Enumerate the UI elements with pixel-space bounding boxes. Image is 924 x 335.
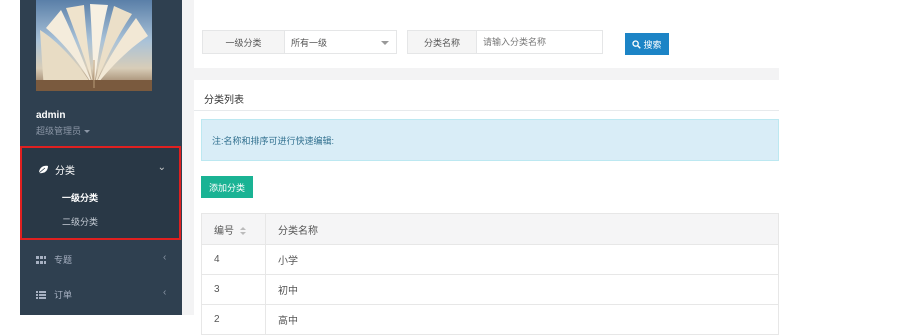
caret-down-icon — [84, 130, 91, 134]
cell-id: 4 — [201, 244, 266, 275]
user-role-label: 超级管理员 — [36, 126, 82, 136]
table-header-row: 编号 分类名称 — [201, 213, 779, 245]
divider — [194, 110, 779, 111]
cell-name[interactable]: 小学 — [265, 244, 779, 275]
highlight-box — [20, 146, 181, 240]
column-header-id-label: 编号 — [214, 225, 234, 237]
name-search-input[interactable] — [477, 31, 602, 53]
add-category-button[interactable]: 添加分类 — [201, 176, 253, 198]
cell-id: 3 — [201, 274, 266, 305]
notice-alert: 注:名称和排序可进行快速编辑: — [201, 119, 779, 161]
user-name: admin — [36, 110, 66, 121]
table-row: 4 小学 — [201, 244, 779, 275]
level-select[interactable]: 所有一级 — [285, 31, 396, 53]
chevron-left-icon[interactable]: ‹ — [163, 287, 166, 298]
level-select-value: 所有一级 — [291, 37, 328, 48]
search-panel: 一级分类 所有一级 分类名称 搜索 — [194, 0, 779, 68]
chevron-left-icon[interactable]: ‹ — [163, 252, 166, 263]
cell-name[interactable]: 高中 — [265, 304, 779, 335]
list-icon — [36, 290, 46, 299]
main-content: 一级分类 所有一级 分类名称 搜索 分类列表 注:名称和排序可进行快速编辑: 添… — [182, 0, 779, 335]
table-row: 2 高中 — [201, 304, 779, 335]
level-select-label: 一级分类 — [203, 31, 285, 53]
category-list-panel: 分类列表 注:名称和排序可进行快速编辑: 添加分类 编号 分类名称 4 小学 3… — [194, 80, 779, 335]
cell-name[interactable]: 初中 — [265, 274, 779, 305]
cell-id: 2 — [201, 304, 266, 335]
level-select-group: 一级分类 所有一级 — [202, 30, 397, 54]
nav-item-topic[interactable]: 专题 — [36, 253, 72, 266]
sidebar: admin 超级管理员 分类 ⌄ 一级分类 二级分类 专题 ‹ 订单 ‹ — [20, 0, 182, 315]
grid-icon — [36, 255, 46, 264]
notice-text: 注:名称和排序可进行快速编辑: — [212, 135, 335, 146]
nav-item-order[interactable]: 订单 — [36, 288, 72, 301]
category-table: 编号 分类名称 4 小学 3 初中 2 高中 — [201, 213, 779, 335]
nav-item-topic-label: 专题 — [54, 255, 73, 265]
name-search-group: 分类名称 — [407, 30, 603, 54]
search-button-label: 搜索 — [643, 39, 662, 50]
search-button[interactable]: 搜索 — [625, 33, 669, 55]
sort-icon[interactable] — [240, 226, 246, 235]
name-search-label: 分类名称 — [408, 31, 477, 53]
user-role-dropdown[interactable]: 超级管理员 — [36, 124, 91, 137]
column-header-name: 分类名称 — [265, 213, 779, 245]
table-row: 3 初中 — [201, 274, 779, 305]
panel-title: 分类列表 — [204, 95, 244, 106]
search-icon — [632, 39, 642, 49]
nav-item-order-label: 订单 — [54, 290, 73, 300]
column-header-id[interactable]: 编号 — [201, 213, 266, 245]
avatar[interactable] — [36, 0, 152, 91]
caret-down-icon — [381, 41, 389, 45]
book-image — [36, 4, 152, 91]
